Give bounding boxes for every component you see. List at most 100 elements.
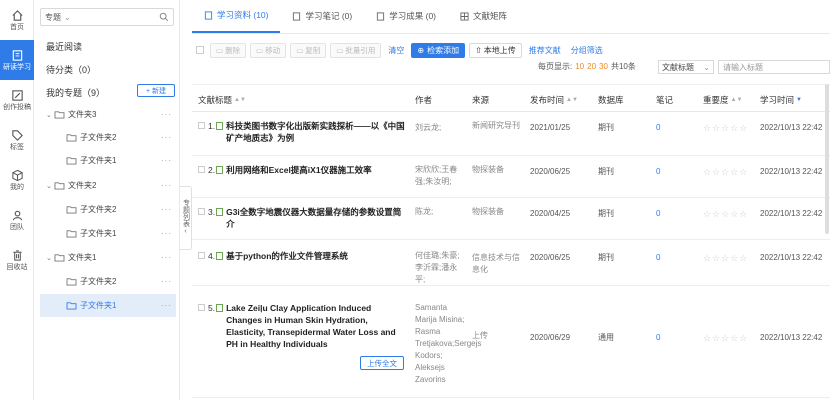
recent-reading-link[interactable]: 最近阅读 xyxy=(46,40,82,53)
page-size-30[interactable]: 30 xyxy=(599,62,608,71)
table-scrollbar[interactable] xyxy=(825,84,829,234)
row-checkbox[interactable] xyxy=(198,166,205,173)
row-title-cell[interactable]: 4. 基于python的作业文件管理系统 xyxy=(198,250,408,262)
col-studytime[interactable]: 学习时间 ▼ xyxy=(760,94,802,106)
page-size-20[interactable]: 20 xyxy=(587,62,596,71)
rail-mine[interactable]: 我的 xyxy=(0,160,34,200)
row-source: 物探装备 xyxy=(472,207,504,216)
page-size-10[interactable]: 10 xyxy=(575,62,584,71)
delete-button[interactable]: ▭ 删除 xyxy=(210,42,247,58)
table-row[interactable]: 4. 基于python的作业文件管理系统 何佳璐;朱豪;李沂霖;潘永平; 信息技术与信… xyxy=(192,240,830,286)
rail-home[interactable]: 首页 xyxy=(0,0,34,40)
search-field-select[interactable]: 文献标题 ⌄ xyxy=(658,60,714,74)
row-checkbox[interactable] xyxy=(198,122,205,129)
tree-subfolder[interactable]: 子文件夹2 ··· xyxy=(40,198,176,221)
my-topics-heading[interactable]: 我的专题（9） xyxy=(46,86,105,99)
row-title-cell[interactable]: 2. 利用网络和Excel提高iX1仪器施工效率 xyxy=(198,164,408,176)
topic-search-box[interactable]: 专题 ⌄ xyxy=(40,8,174,26)
collapse-topic-list-tab[interactable]: 专题列表 ‹ xyxy=(180,186,192,250)
copy-button[interactable]: ▭ 复制 xyxy=(290,42,327,58)
tree-folder[interactable]: ⌄ 文件夹1 ··· xyxy=(40,246,176,269)
tree-folder[interactable]: ⌄ 文件夹2 ··· xyxy=(40,174,176,197)
row-notes-count[interactable]: 0 xyxy=(656,208,660,220)
more-icon[interactable]: ··· xyxy=(161,229,172,238)
chevron-down-icon[interactable]: ⌄ xyxy=(46,111,54,119)
row-title-cell[interactable]: 1. 科技类图书数字化出版新实践探析——以《中国矿产地质志》为例 xyxy=(198,120,408,144)
rail-create[interactable]: 创作投稿 xyxy=(0,80,34,120)
row-notes-count[interactable]: 0 xyxy=(656,166,660,178)
clear-link[interactable]: 清空 xyxy=(385,45,407,56)
tree-subfolder[interactable]: 子文件夹2 ··· xyxy=(40,126,176,149)
chevron-down-icon[interactable]: ⌄ xyxy=(46,254,54,262)
row-notes-count[interactable]: 0 xyxy=(656,252,660,264)
row-title[interactable]: 科技类图书数字化出版新实践探析——以《中国矿产地质志》为例 xyxy=(226,120,408,144)
row-title[interactable]: 基于python的作业文件管理系统 xyxy=(226,250,348,262)
more-icon[interactable]: ··· xyxy=(161,156,172,165)
row-notes-count[interactable]: 0 xyxy=(656,122,660,134)
batch-cite-button[interactable]: ▭ 批量引用 xyxy=(330,42,382,58)
tree-subfolder[interactable]: 子文件夹1 ··· xyxy=(40,294,176,317)
row-checkbox[interactable] xyxy=(198,208,205,215)
tree-item-label: 子文件夹2 xyxy=(80,277,117,286)
more-icon[interactable]: ··· xyxy=(161,181,172,190)
importance-stars[interactable]: ☆☆☆☆☆ xyxy=(703,208,748,220)
new-topic-button[interactable]: + 新建 xyxy=(137,84,175,97)
pdf-icon xyxy=(216,122,224,130)
row-checkbox[interactable] xyxy=(198,304,205,311)
more-icon[interactable]: ··· xyxy=(161,277,172,286)
tab-study-materials[interactable]: 学习资料 (10) xyxy=(192,0,281,33)
upload-fulltext-button[interactable]: 上传全文 xyxy=(360,356,404,370)
importance-stars[interactable]: ☆☆☆☆☆ xyxy=(703,166,748,178)
recommend-link[interactable]: 推荐文献 xyxy=(526,45,564,56)
move-button[interactable]: ▭ 移动 xyxy=(250,42,287,58)
row-title[interactable]: Lake Zeiļu Clay Application Induced Chan… xyxy=(226,302,408,350)
table-row[interactable]: 2. 利用网络和Excel提高iX1仪器施工效率 宋欣欣;王春强;朱汝明; 物探装备 2… xyxy=(192,156,830,198)
importance-stars[interactable]: ☆☆☆☆☆ xyxy=(703,332,748,344)
row-source: 信息技术与信息化 xyxy=(472,253,520,274)
tree-subfolder[interactable]: 子文件夹2 ··· xyxy=(40,270,176,293)
table-header: 文献标题 ▲▼ 作者 来源 发布时间 ▲▼ 数据库 笔记 重要度 ▲▼ 学习时间 ▼ xyxy=(192,84,830,112)
more-icon[interactable]: ··· xyxy=(161,205,172,214)
tab-study-results[interactable]: 学习成果 (0) xyxy=(364,0,448,33)
rail-team[interactable]: 团队 xyxy=(0,200,34,240)
row-notes-count[interactable]: 0 xyxy=(656,332,660,344)
search-add-button[interactable]: ⊕ 检索添加 xyxy=(411,42,466,58)
table-row[interactable]: 3. G3i全数字地震仪器大数据量存储的参数设置简介 陈龙; 物探装备 2020/04/… xyxy=(192,198,830,240)
rail-tags[interactable]: 标签 xyxy=(0,120,34,160)
chevron-down-icon[interactable]: ⌄ xyxy=(46,182,54,190)
tab-study-notes[interactable]: 学习笔记 (0) xyxy=(280,0,364,33)
local-upload-button[interactable]: ⇧ 本地上传 xyxy=(469,42,522,58)
row-title[interactable]: 利用网络和Excel提高iX1仪器施工效率 xyxy=(226,164,371,176)
rail-study[interactable]: 研读学习 xyxy=(0,40,34,80)
tree-subfolder[interactable]: 子文件夹1 ··· xyxy=(40,222,176,245)
col-importance[interactable]: 重要度 ▲▼ xyxy=(703,94,742,106)
row-title-cell[interactable]: 5. Lake Zeiļu Clay Application Induced Ch… xyxy=(198,302,408,350)
group-filter-link[interactable]: 分组筛选 xyxy=(568,45,606,56)
more-icon[interactable]: ··· xyxy=(161,253,172,262)
copy-label: 复制 xyxy=(305,45,321,55)
row-title-cell[interactable]: 3. G3i全数字地震仪器大数据量存储的参数设置简介 xyxy=(198,206,408,230)
more-icon[interactable]: ··· xyxy=(161,110,172,119)
tab-literature-matrix[interactable]: 文献矩阵 xyxy=(448,0,519,33)
importance-stars[interactable]: ☆☆☆☆☆ xyxy=(703,122,748,134)
search-icon[interactable] xyxy=(159,12,169,22)
row-title[interactable]: G3i全数字地震仪器大数据量存储的参数设置简介 xyxy=(226,206,408,230)
table-row[interactable]: 1. 科技类图书数字化出版新实践探析——以《中国矿产地质志》为例 刘云龙; 新闻研究导… xyxy=(192,112,830,156)
pending-classify-link[interactable]: 待分类（0） xyxy=(46,63,96,76)
tree-folder[interactable]: ⌄ 文件夹3 ··· xyxy=(40,103,176,126)
importance-stars[interactable]: ☆☆☆☆☆ xyxy=(703,252,748,264)
row-author: 宋欣欣;王春强;朱汝明; xyxy=(415,165,458,186)
move-label: 移动 xyxy=(265,45,281,55)
col-pubdate[interactable]: 发布时间 ▲▼ xyxy=(530,94,578,106)
title-search-input[interactable]: 请输入标题 xyxy=(718,60,830,74)
col-title[interactable]: 文献标题 ▲▼ xyxy=(198,94,246,106)
more-icon[interactable]: ··· xyxy=(161,133,172,142)
rail-recycle[interactable]: 回收站 xyxy=(0,240,34,280)
select-all-checkbox[interactable] xyxy=(196,46,204,54)
more-icon[interactable]: ··· xyxy=(161,301,172,310)
table-row[interactable]: 5. Lake Zeiļu Clay Application Induced Ch… xyxy=(192,286,830,398)
tree-item-label: 子文件夹1 xyxy=(80,156,117,165)
row-checkbox[interactable] xyxy=(198,252,205,259)
tree-subfolder[interactable]: 子文件夹1 ··· xyxy=(40,149,176,172)
topic-type-select[interactable]: 专题 ⌄ xyxy=(45,12,159,23)
